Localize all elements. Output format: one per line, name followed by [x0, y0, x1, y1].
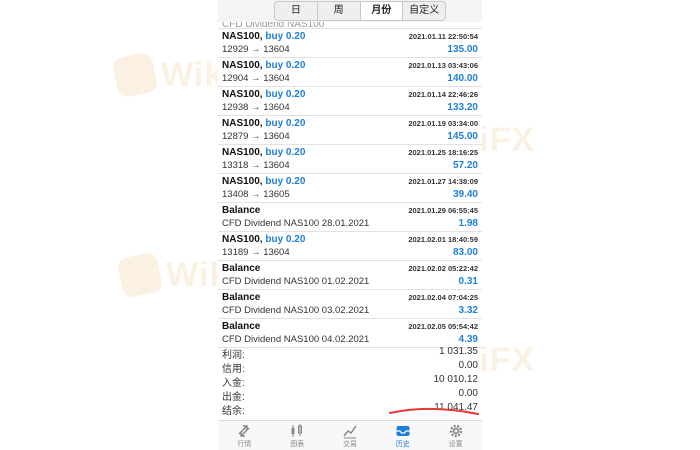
deal-amount: 39.40: [452, 189, 478, 200]
deal-amount: 145.00: [447, 131, 478, 142]
tab-trade[interactable]: 交易: [324, 421, 377, 450]
deal-time: 2021.02.04 07:04:25: [408, 293, 478, 302]
deal-row[interactable]: NAS100, buy 0.20 2021.01.19 03:34:00 128…: [218, 116, 482, 145]
deal-row[interactable]: NAS100, buy 0.20 2021.01.27 14:38:09 134…: [218, 174, 482, 203]
balance-row[interactable]: Balance 2021.01.29 06:55:45 CFD Dividend…: [218, 203, 482, 232]
deal-symbol: NAS100, buy 0.20: [222, 89, 306, 100]
balance-row[interactable]: Balance 2021.02.02 05:22:42 CFD Dividend…: [218, 261, 482, 290]
deal-desc: 13189 → 13604: [222, 247, 290, 258]
deal-amount: 133.20: [447, 102, 478, 113]
gear-icon: [449, 424, 462, 438]
deal-desc: CFD Dividend NAS100 03.02.2021: [222, 305, 370, 316]
deal-list[interactable]: CFD Dividend NAS100 NAS100, buy 0.20 202…: [218, 22, 482, 348]
deal-desc: 13318 → 13604: [222, 160, 290, 171]
arrows-icon: [238, 425, 250, 437]
deal-row[interactable]: NAS100, buy 0.20 2021.01.13 03:43:06 129…: [218, 58, 482, 87]
tab-quotes[interactable]: 行情: [218, 421, 271, 450]
inbox-icon: [396, 426, 410, 436]
deal-amount: 57.20: [452, 160, 478, 171]
deal-amount: 140.00: [447, 73, 478, 84]
tab-day[interactable]: 日: [275, 2, 318, 20]
deal-time: 2021.02.02 05:22:42: [408, 264, 478, 273]
deal-symbol: NAS100, buy 0.20: [222, 176, 306, 187]
period-segmented-control: 日 周 月份 自定义: [274, 1, 446, 21]
tab-history[interactable]: 历史: [376, 421, 429, 450]
deal-desc: 13408 → 13605: [222, 189, 290, 200]
tab-month[interactable]: 月份: [360, 2, 404, 20]
deal-symbol: NAS100, buy 0.20: [222, 234, 306, 245]
deal-amount: 83.00: [452, 247, 478, 258]
deal-row[interactable]: NAS100, buy 0.20 2021.01.11 22:50:54 129…: [218, 29, 482, 58]
deal-time: 2021.02.05 05:54:42: [408, 322, 478, 331]
deal-row[interactable]: NAS100, buy 0.20 2021.01.25 18:16:25 133…: [218, 145, 482, 174]
deal-desc: 12929 → 13604: [222, 44, 290, 55]
deal-time: 2021.01.29 06:55:45: [408, 206, 478, 215]
summary-profit: 利润: 1 031.35: [222, 346, 478, 361]
summary-deposit: 入金: 10 010.12: [222, 374, 478, 389]
deal-amount: 0.31: [458, 276, 478, 287]
deal-symbol: Balance: [222, 292, 261, 303]
balance-row[interactable]: Balance 2021.02.05 05:54:42 CFD Dividend…: [218, 319, 482, 348]
period-bar: 日 周 月份 自定义: [218, 0, 482, 22]
summary-credit: 信用: 0.00: [222, 360, 478, 375]
tab-custom[interactable]: 自定义: [403, 2, 445, 20]
deal-time: 2021.01.27 14:38:09: [408, 177, 478, 186]
partial-row: CFD Dividend NAS100: [218, 22, 482, 29]
deal-desc: 12879 → 13604: [222, 131, 290, 142]
deal-amount: 4.39: [458, 334, 478, 345]
deal-amount: 135.00: [447, 44, 478, 55]
deal-symbol: NAS100, buy 0.20: [222, 118, 306, 129]
deal-time: 2021.01.19 03:34:00: [408, 119, 478, 128]
deal-symbol: Balance: [222, 205, 261, 216]
trade-icon: [343, 425, 357, 439]
balance-row[interactable]: Balance 2021.02.04 07:04:25 CFD Dividend…: [218, 290, 482, 319]
deal-row[interactable]: NAS100, buy 0.20 2021.02.01 18:40:59 131…: [218, 232, 482, 261]
tab-charts[interactable]: 图表: [271, 421, 324, 450]
deal-time: 2021.01.11 22:50:54: [408, 32, 478, 41]
deal-symbol: NAS100, buy 0.20: [222, 31, 306, 42]
deal-desc: CFD Dividend NAS100 04.02.2021: [222, 334, 370, 345]
bottom-tab-bar: 行情 图表 交易 历史 设置: [218, 420, 482, 450]
deal-row[interactable]: NAS100, buy 0.20 2021.01.14 22:46:26 129…: [218, 87, 482, 116]
deal-amount: 3.32: [458, 305, 478, 316]
red-underline-annotation: [389, 408, 479, 415]
tab-settings[interactable]: 设置: [429, 421, 482, 450]
deal-symbol: Balance: [222, 321, 261, 332]
deal-symbol: Balance: [222, 263, 261, 274]
deal-desc: CFD Dividend NAS100 28.01.2021: [222, 218, 370, 229]
deal-desc: 12938 → 13604: [222, 102, 290, 113]
deal-time: 2021.02.01 18:40:59: [408, 235, 478, 244]
deal-time: 2021.01.14 22:46:26: [408, 90, 478, 99]
deal-desc: CFD Dividend NAS100 01.02.2021: [222, 276, 370, 287]
deal-symbol: NAS100, buy 0.20: [222, 60, 306, 71]
history-screen: 日 周 月份 自定义 CFD Dividend NAS100 NAS100, b…: [218, 0, 482, 450]
deal-time: 2021.01.25 18:16:25: [408, 148, 478, 157]
deal-time: 2021.01.13 03:43:06: [408, 61, 478, 70]
candles-icon: [291, 424, 303, 437]
deal-desc: 12904 → 13604: [222, 73, 290, 84]
summary-withdrawal: 出金: 0.00: [222, 388, 478, 403]
deal-symbol: NAS100, buy 0.20: [222, 147, 306, 158]
tab-week[interactable]: 周: [318, 2, 361, 20]
deal-amount: 1.98: [458, 218, 478, 229]
